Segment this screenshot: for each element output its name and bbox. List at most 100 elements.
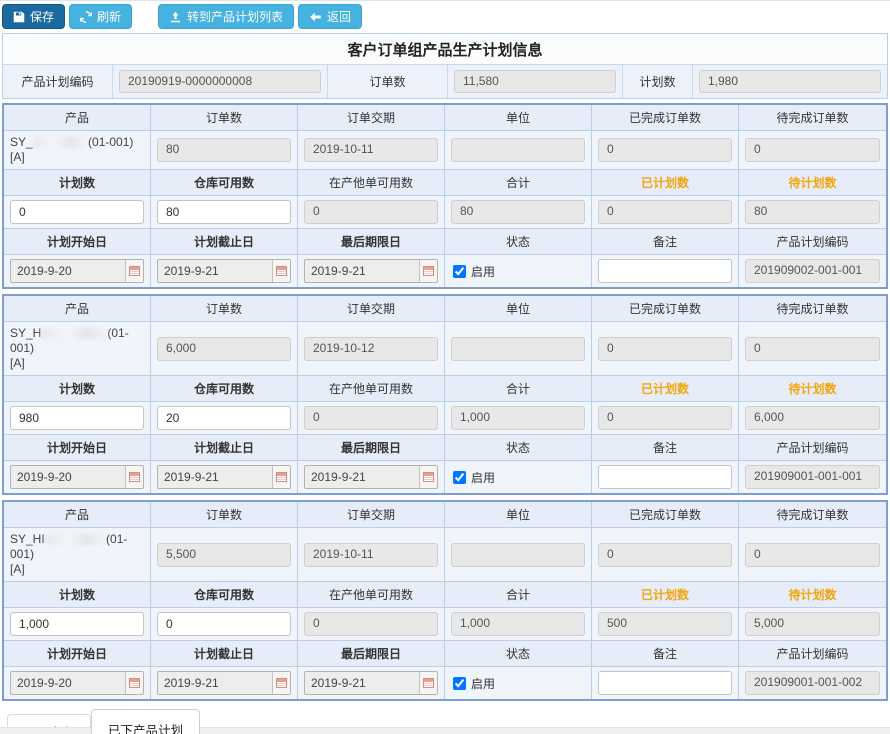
back-button[interactable]: 返回: [298, 4, 362, 29]
plan-qty-input-cell: [4, 402, 151, 435]
refresh-button[interactable]: 刷新: [69, 4, 132, 29]
product-name: SY_HI (01-001)[A]: [4, 528, 151, 582]
completed-orders-value: 0: [592, 528, 739, 582]
goto-plan-list-button[interactable]: 转到产品计划列表: [158, 4, 294, 29]
product-block-3: 产品 订单数 订单交期 单位 已完成订单数 待完成订单数 SY_HI (01-0…: [2, 500, 888, 701]
tab-placed-product-plans[interactable]: 已下产品计划: [91, 709, 200, 734]
label-other-order-avail: 在产他单可用数: [298, 582, 445, 608]
deadline-input[interactable]: 2019-9-21: [304, 465, 438, 489]
warehouse-avail-input-cell: [151, 608, 298, 641]
status-cell: 启用: [445, 667, 592, 699]
label-completed-orders: 已完成订单数: [592, 105, 739, 131]
page: 保存 刷新 转到产品计划列表 返回 客户订单组产品生产计划信息 产品计划编码 2…: [0, 0, 890, 734]
total-value: 80: [445, 196, 592, 229]
remark-input[interactable]: [598, 671, 732, 695]
warehouse-avail-input[interactable]: [157, 200, 291, 224]
save-button-label: 保存: [30, 8, 54, 25]
calendar-icon[interactable]: [272, 260, 290, 282]
pending-orders-value: 0: [739, 528, 886, 582]
label-order-qty: 订单数: [151, 105, 298, 131]
deadline-input[interactable]: 2019-9-21: [304, 259, 438, 283]
warehouse-avail-input-cell: [151, 402, 298, 435]
warehouse-avail-input[interactable]: [157, 406, 291, 430]
redacted-text: [33, 137, 85, 148]
planned-qty-value: 0: [592, 196, 739, 229]
deadline-cell: 2019-9-21: [298, 255, 445, 287]
label-start-date: 计划开始日: [4, 435, 151, 461]
label-product: 产品: [4, 105, 151, 131]
label-pending-orders: 待完成订单数: [739, 502, 886, 528]
calendar-icon[interactable]: [272, 466, 290, 488]
warehouse-avail-input-cell: [151, 196, 298, 229]
label-to-plan-qty: 待计划数: [739, 170, 886, 196]
calendar-icon[interactable]: [419, 466, 437, 488]
plan-code-cell: 201909002-001-001: [739, 255, 886, 287]
enabled-label: 启用: [471, 469, 495, 486]
label-warehouse-avail: 仓库可用数: [151, 582, 298, 608]
label-status: 状态: [445, 435, 592, 461]
label-other-order-avail: 在产他单可用数: [298, 170, 445, 196]
label-to-plan-qty: 待计划数: [739, 376, 886, 402]
remark-input[interactable]: [598, 259, 732, 283]
plan-qty-input[interactable]: [10, 612, 144, 636]
save-icon: [13, 11, 25, 23]
page-title: 客户订单组产品生产计划信息: [3, 34, 887, 65]
label-unit: 单位: [445, 296, 592, 322]
start-date-input[interactable]: 2019-9-20: [10, 465, 144, 489]
label-plan-qty: 计划数: [4, 170, 151, 196]
start-date-input[interactable]: 2019-9-20: [10, 259, 144, 283]
start-date-cell: 2019-9-20: [4, 667, 151, 699]
start-date-cell: 2019-9-20: [4, 461, 151, 493]
unit-value: [445, 322, 592, 376]
deadline-input[interactable]: 2019-9-21: [304, 671, 438, 695]
calendar-icon[interactable]: [125, 260, 143, 282]
total-value: 1,000: [445, 402, 592, 435]
deadline-cell: 2019-9-21: [298, 461, 445, 493]
calendar-icon[interactable]: [419, 672, 437, 694]
label-plan-code: 产品计划编码: [739, 435, 886, 461]
warehouse-avail-input[interactable]: [157, 612, 291, 636]
remark-input[interactable]: [598, 465, 732, 489]
calendar-icon[interactable]: [125, 672, 143, 694]
start-date-input[interactable]: 2019-9-20: [10, 671, 144, 695]
calendar-icon[interactable]: [125, 466, 143, 488]
label-completed-orders: 已完成订单数: [592, 502, 739, 528]
end-date-input[interactable]: 2019-9-21: [157, 465, 291, 489]
label-plan-code: 产品计划编码: [739, 641, 886, 667]
other-order-avail-value: 0: [298, 402, 445, 435]
status-cell: 启用: [445, 255, 592, 287]
label-deadline: 最后期限日: [298, 435, 445, 461]
plan-qty-input-cell: [4, 608, 151, 641]
summary-plan-code-cell: 20190919-0000000008: [113, 65, 328, 98]
planned-qty-value: 500: [592, 608, 739, 641]
label-order-due: 订单交期: [298, 502, 445, 528]
redacted-text: [41, 328, 107, 339]
calendar-icon[interactable]: [272, 672, 290, 694]
pending-orders-value: 0: [739, 322, 886, 376]
label-order-qty: 订单数: [151, 296, 298, 322]
calendar-icon[interactable]: [419, 260, 437, 282]
plan-qty-input[interactable]: [10, 200, 144, 224]
summary-order-qty-label: 订单数: [328, 65, 448, 98]
label-to-plan-qty: 待计划数: [739, 582, 886, 608]
remark-cell: [592, 667, 739, 699]
enabled-checkbox[interactable]: [453, 677, 466, 690]
enabled-checkbox[interactable]: [453, 471, 466, 484]
plan-qty-input[interactable]: [10, 406, 144, 430]
summary-plan-qty-value: 1,980: [699, 70, 881, 93]
save-button[interactable]: 保存: [2, 4, 65, 29]
label-order-due: 订单交期: [298, 296, 445, 322]
other-order-avail-value: 0: [298, 608, 445, 641]
pending-orders-value: 0: [739, 131, 886, 170]
end-date-cell: 2019-9-21: [151, 667, 298, 699]
end-date-input[interactable]: 2019-9-21: [157, 671, 291, 695]
end-date-input[interactable]: 2019-9-21: [157, 259, 291, 283]
enabled-label: 启用: [471, 675, 495, 692]
label-end-date: 计划截止日: [151, 435, 298, 461]
end-date-cell: 2019-9-21: [151, 255, 298, 287]
label-start-date: 计划开始日: [4, 229, 151, 255]
end-date-cell: 2019-9-21: [151, 461, 298, 493]
enabled-checkbox[interactable]: [453, 265, 466, 278]
status-cell: 启用: [445, 461, 592, 493]
label-total: 合计: [445, 376, 592, 402]
